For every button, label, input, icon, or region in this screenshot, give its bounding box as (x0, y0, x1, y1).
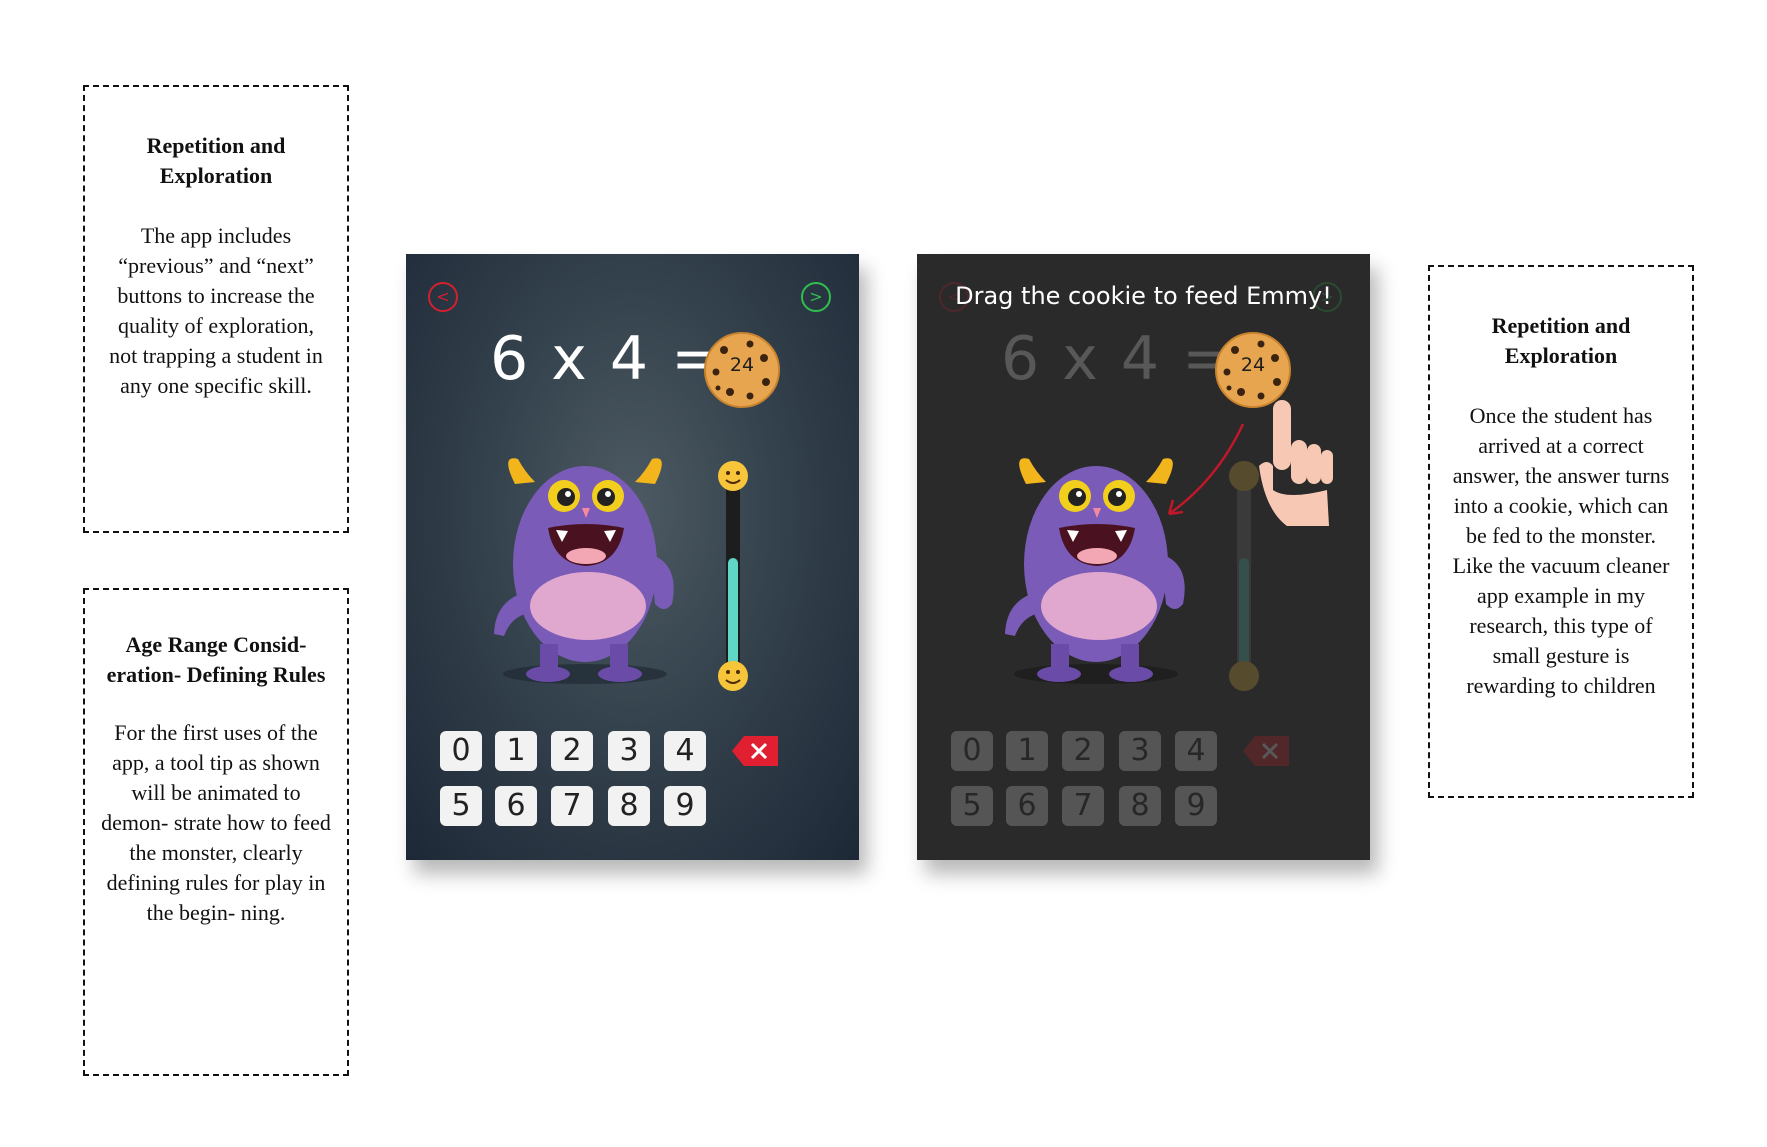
key-5[interactable]: 5 (440, 786, 482, 826)
answer-cookie[interactable]: 24 (704, 332, 780, 408)
app-screen-main: < > 6 x 4 = 24 0 1 2 3 4 5 6 7 8 9 (406, 254, 859, 860)
key-1[interactable]: 1 (495, 731, 537, 771)
answer-value: 24 (729, 354, 755, 376)
monster-emmy (494, 458, 674, 684)
key-6[interactable]: 6 (495, 786, 537, 826)
chevron-left-icon: < (436, 287, 450, 306)
key-6[interactable]: 6 (1006, 786, 1048, 826)
previous-button[interactable]: < (428, 282, 458, 312)
pointing-hand-icon (1259, 400, 1333, 526)
note-title: Repetition and Exploration (1491, 313, 1631, 368)
key-2[interactable]: 2 (551, 731, 593, 771)
note-repetition-exploration-1: Repetition and Exploration The app inclu… (83, 85, 349, 533)
key-0[interactable]: 0 (951, 731, 993, 771)
key-7[interactable]: 7 (1062, 786, 1104, 826)
drag-arrow-icon (1167, 423, 1245, 516)
key-4[interactable]: 4 (1175, 731, 1217, 771)
satisfaction-meter (718, 461, 748, 691)
note-body: Once the student has arrived at a correc… (1452, 403, 1670, 698)
note-body: For the first uses of the app, a tool ti… (101, 720, 331, 925)
key-4[interactable]: 4 (664, 731, 706, 771)
chevron-right-icon: > (809, 287, 823, 306)
app-screen-tooltip: < > 6 x 4 = 0 1 2 3 4 5 6 7 8 9 Drag the… (917, 254, 1370, 860)
equation: 6 x 4 = (1001, 324, 1235, 394)
delete-button[interactable] (1243, 736, 1289, 766)
answer-cookie[interactable]: 24 (1215, 332, 1291, 408)
key-9[interactable]: 9 (664, 786, 706, 826)
key-7[interactable]: 7 (551, 786, 593, 826)
delete-button[interactable] (732, 736, 778, 766)
note-body: The app includes “previous” and “next” b… (109, 223, 323, 398)
key-5[interactable]: 5 (951, 786, 993, 826)
backspace-icon (1243, 736, 1289, 766)
next-button[interactable]: > (801, 282, 831, 312)
note-title: Repetition and Exploration (146, 133, 286, 188)
key-3[interactable]: 3 (1119, 731, 1161, 771)
key-8[interactable]: 8 (1119, 786, 1161, 826)
equation: 6 x 4 = (490, 324, 724, 394)
key-3[interactable]: 3 (608, 731, 650, 771)
key-8[interactable]: 8 (608, 786, 650, 826)
key-2[interactable]: 2 (1062, 731, 1104, 771)
backspace-icon (732, 736, 778, 766)
key-0[interactable]: 0 (440, 731, 482, 771)
answer-value: 24 (1240, 354, 1266, 376)
tooltip-text: Drag the cookie to feed Emmy! (955, 282, 1332, 310)
note-repetition-exploration-2: Repetition and Exploration Once the stud… (1428, 265, 1694, 798)
note-title: Age Range Consid- eration- Defining Rule… (106, 632, 326, 687)
key-1[interactable]: 1 (1006, 731, 1048, 771)
key-9[interactable]: 9 (1175, 786, 1217, 826)
note-age-range: Age Range Consid- eration- Defining Rule… (83, 588, 349, 1076)
